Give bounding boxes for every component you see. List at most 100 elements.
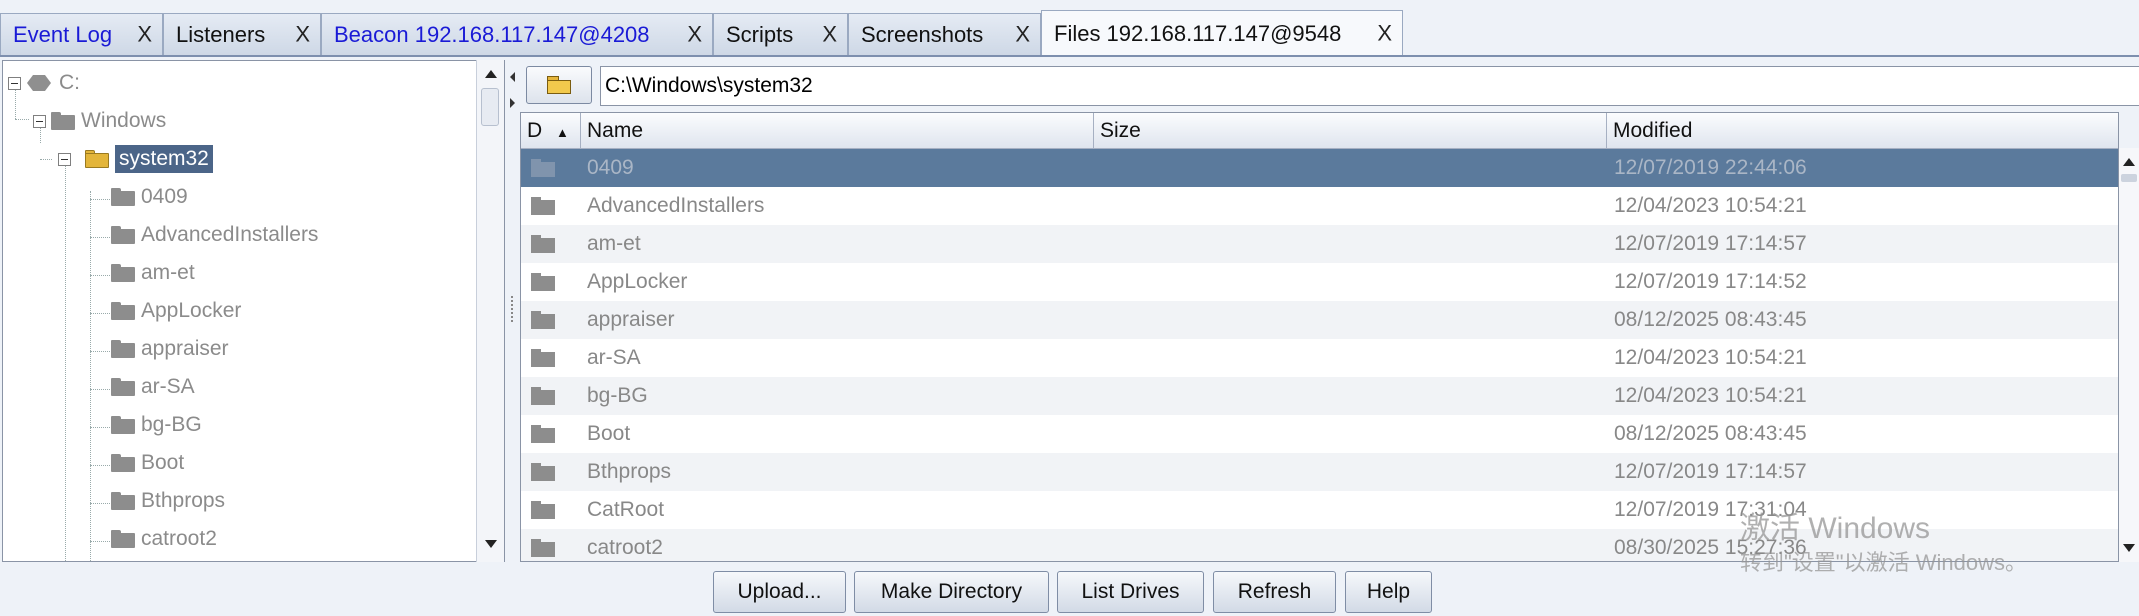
- scroll-up-icon[interactable]: [2123, 158, 2135, 166]
- table-row[interactable]: ar-SA 12/04/2023 10:54:21: [521, 339, 2118, 377]
- panel-splitter[interactable]: [508, 60, 520, 562]
- directory-tree[interactable]: C: Windows system32 0409 AdvancedInstall…: [2, 60, 505, 562]
- folder-icon: [111, 302, 135, 320]
- cell-modified: 08/12/2025 08:43:45: [1614, 308, 1807, 331]
- cell-modified: 12/04/2023 10:54:21: [1614, 346, 1807, 369]
- tree-node-drive[interactable]: C:: [27, 67, 80, 99]
- sort-ascending-icon: ▲: [556, 125, 569, 140]
- open-folder-button[interactable]: [526, 66, 592, 104]
- cell-name: AppLocker: [587, 270, 688, 293]
- folder-icon: [51, 112, 75, 130]
- close-icon[interactable]: X: [822, 21, 837, 47]
- table-row[interactable]: appraiser 08/12/2025 08:43:45: [521, 301, 2118, 339]
- tab-listeners[interactable]: Listeners X: [163, 13, 321, 55]
- activation-watermark-title: 激活 Windows: [1740, 512, 1931, 545]
- tree-node-label: Boot: [141, 451, 185, 474]
- tab-files[interactable]: Files 192.168.117.147@9548 X: [1041, 10, 1403, 56]
- scroll-up-icon[interactable]: [485, 70, 497, 78]
- folder-icon: [111, 264, 135, 282]
- column-header-modified[interactable]: Modified: [1607, 113, 2118, 149]
- tree-node-windows[interactable]: Windows: [51, 105, 166, 137]
- scroll-thumb[interactable]: [2121, 174, 2137, 182]
- cell-name: catroot2: [587, 536, 663, 559]
- collapse-toggle[interactable]: [33, 115, 46, 128]
- close-icon[interactable]: X: [687, 21, 702, 47]
- tree-node-child[interactable]: 0409: [111, 181, 188, 213]
- folder-icon: [531, 463, 555, 481]
- tab-label: Screenshots: [861, 21, 984, 47]
- cell-name: Bthprops: [587, 460, 672, 483]
- cell-name: CatRoot: [587, 498, 665, 521]
- path-input[interactable]: C:\Windows\system32: [600, 66, 2139, 106]
- scroll-thumb[interactable]: [481, 88, 499, 126]
- tab-label: Beacon 192.168.117.147@4208: [334, 21, 650, 47]
- collapse-toggle[interactable]: [58, 153, 71, 166]
- column-header-name[interactable]: Name: [581, 113, 1094, 149]
- folder-icon: [111, 492, 135, 510]
- tree-node-label: ar-SA: [141, 375, 195, 398]
- tree-node-child[interactable]: Bthprops: [111, 485, 225, 517]
- column-header-d[interactable]: D ▲: [521, 113, 581, 149]
- column-header-size[interactable]: Size: [1094, 113, 1607, 149]
- close-icon[interactable]: X: [1377, 20, 1392, 46]
- collapse-toggle[interactable]: [8, 77, 21, 90]
- tree-node-child[interactable]: AdvancedInstallers: [111, 219, 318, 251]
- scroll-down-icon[interactable]: [2123, 544, 2135, 552]
- upload-button[interactable]: Upload...: [713, 571, 846, 613]
- close-icon[interactable]: X: [295, 21, 310, 47]
- close-icon[interactable]: X: [1015, 21, 1030, 47]
- cell-name: bg-BG: [587, 384, 648, 407]
- table-row[interactable]: 0409 12/07/2019 22:44:06: [521, 149, 2118, 187]
- table-row[interactable]: bg-BG 12/04/2023 10:54:21: [521, 377, 2118, 415]
- refresh-button[interactable]: Refresh: [1213, 571, 1336, 613]
- folder-icon: [111, 226, 135, 244]
- tree-node-child[interactable]: appraiser: [111, 333, 229, 365]
- folder-icon: [111, 340, 135, 358]
- tab-label: Event Log: [13, 21, 113, 47]
- help-button[interactable]: Help: [1345, 571, 1432, 613]
- tree-node-child[interactable]: ar-SA: [111, 371, 195, 403]
- tab-beacon[interactable]: Beacon 192.168.117.147@4208 X: [321, 13, 713, 55]
- cell-modified: 12/07/2019 17:14:52: [1614, 270, 1807, 293]
- folder-icon: [531, 425, 555, 443]
- cell-name: am-et: [587, 232, 641, 255]
- tree-node-child[interactable]: catroot2: [111, 523, 217, 555]
- tab-bar-border: [0, 55, 2139, 57]
- cell-name: appraiser: [587, 308, 675, 331]
- scroll-down-icon[interactable]: [485, 540, 497, 548]
- tab-scripts[interactable]: Scripts X: [713, 13, 848, 55]
- list-drives-button[interactable]: List Drives: [1057, 571, 1204, 613]
- cell-modified: 12/07/2019 22:44:06: [1614, 156, 1807, 179]
- tab-screenshots[interactable]: Screenshots X: [848, 13, 1041, 55]
- tree-node-child[interactable]: Boot: [111, 447, 184, 479]
- table-row[interactable]: am-et 12/07/2019 17:14:57: [521, 225, 2118, 263]
- cell-modified: 12/07/2019 17:14:57: [1614, 232, 1807, 255]
- table-row[interactable]: Bthprops 12/07/2019 17:14:57: [521, 453, 2118, 491]
- table-scrollbar[interactable]: [2119, 148, 2139, 562]
- table-row[interactable]: AppLocker 12/07/2019 17:14:52: [521, 263, 2118, 301]
- tree-node-label: AdvancedInstallers: [141, 223, 319, 246]
- tab-event-log[interactable]: Event Log X: [0, 13, 163, 55]
- tree-scrollbar[interactable]: [476, 60, 504, 562]
- folder-icon: [111, 530, 135, 548]
- column-label: Size: [1100, 119, 1141, 142]
- column-label: D: [527, 119, 543, 142]
- tree-node-system32[interactable]: system32: [85, 143, 213, 175]
- table-row[interactable]: AdvancedInstallers 12/04/2023 10:54:21: [521, 187, 2118, 225]
- tab-label: Listeners: [176, 21, 266, 47]
- tree-node-child[interactable]: am-et: [111, 257, 195, 289]
- file-table[interactable]: D ▲ Name Size Modified 0409 12/07/2019 2…: [520, 112, 2119, 562]
- close-icon[interactable]: X: [137, 21, 152, 47]
- tree-node-child[interactable]: bg-BG: [111, 409, 202, 441]
- folder-icon: [111, 378, 135, 396]
- folder-icon: [531, 235, 555, 253]
- expand-right-icon[interactable]: [510, 98, 515, 108]
- tree-node-label: Bthprops: [141, 489, 226, 512]
- tree-node-child[interactable]: AppLocker: [111, 295, 241, 327]
- table-row[interactable]: Boot 08/12/2025 08:43:45: [521, 415, 2118, 453]
- tab-label: Files 192.168.117.147@9548: [1054, 20, 1342, 46]
- collapse-left-icon[interactable]: [510, 72, 515, 82]
- column-label: Name: [587, 119, 644, 142]
- splitter-grip-icon: [511, 296, 517, 322]
- make-directory-button[interactable]: Make Directory: [854, 571, 1049, 613]
